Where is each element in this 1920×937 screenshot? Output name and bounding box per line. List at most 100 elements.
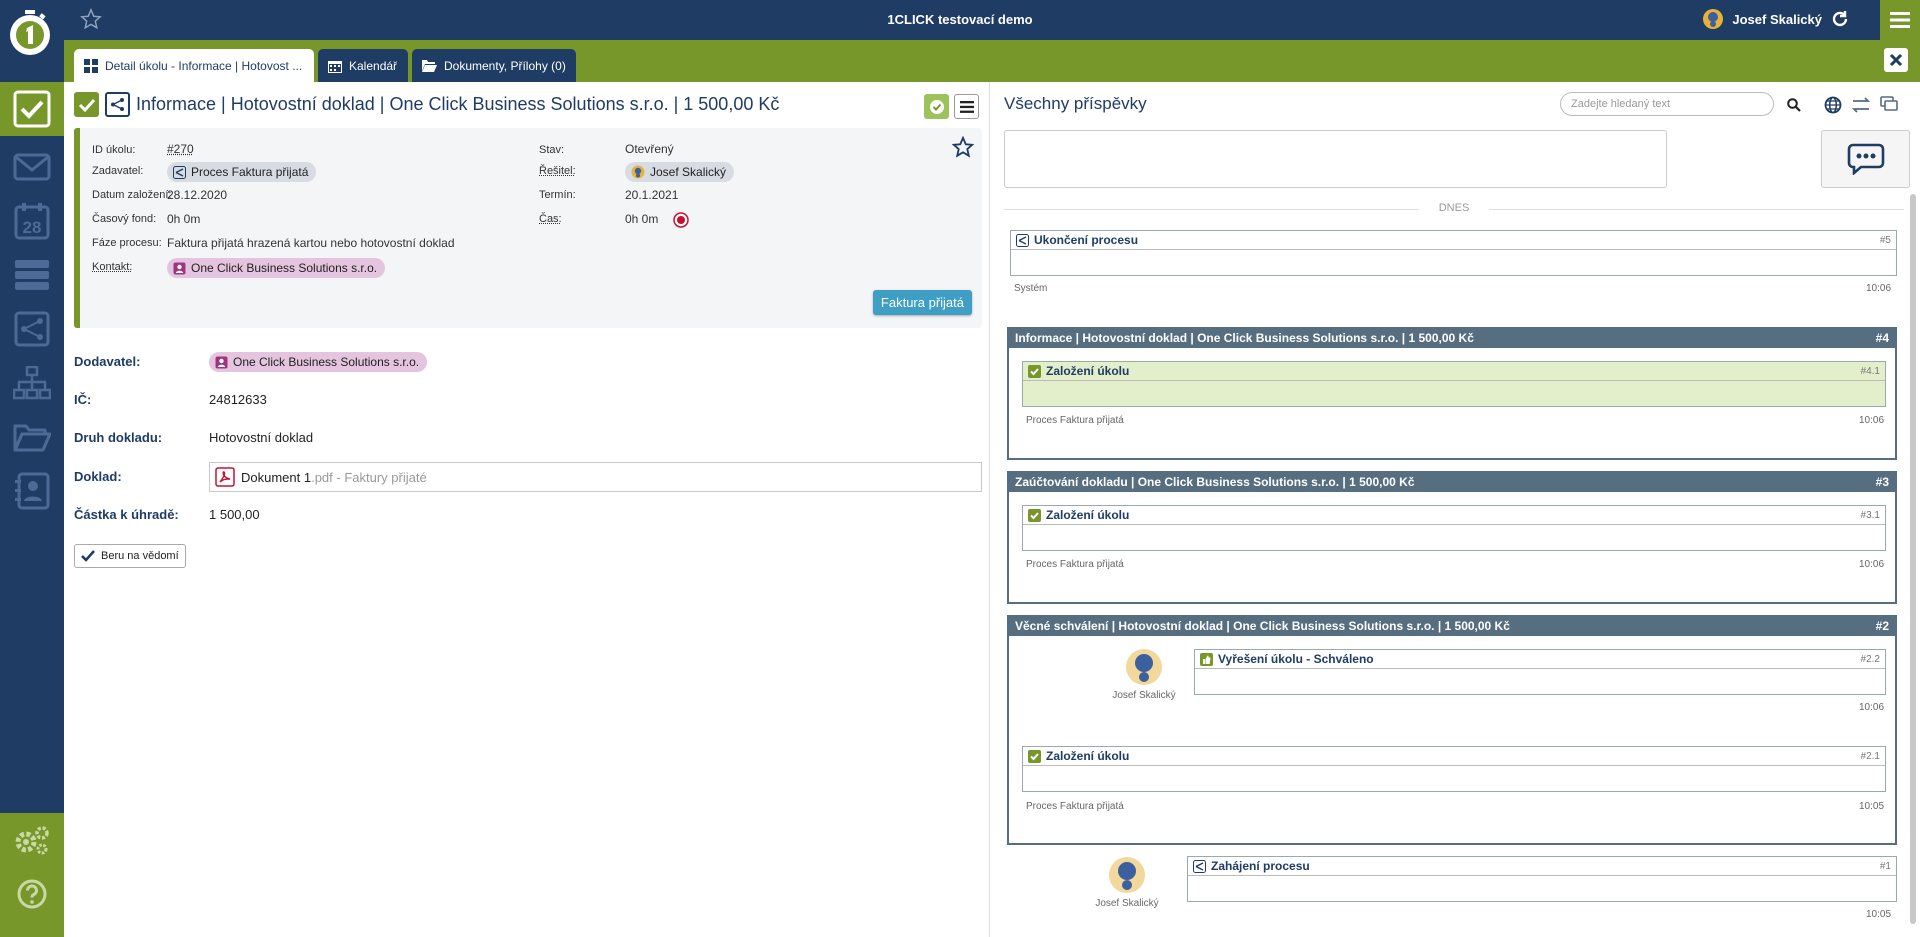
close-tab-button[interactable] (1884, 48, 1908, 72)
sidebar-item-settings[interactable] (0, 813, 64, 867)
search-icon[interactable] (1787, 98, 1801, 112)
resitel-pill[interactable]: Josef Skalický (625, 162, 735, 182)
post-card[interactable]: Vyřešení úkolu - Schváleno #2.2 (1194, 649, 1886, 695)
stav-value: Otevřený (625, 142, 674, 156)
group-header[interactable]: Zaúčtování dokladu | One Click Business … (1009, 471, 1895, 492)
ic-label: IČ: (74, 392, 92, 407)
post-card[interactable]: Založení úkolu #3.1 (1022, 505, 1886, 551)
post-number: #3.1 (1860, 509, 1880, 521)
process-badge-button[interactable]: Faktura přijatá (872, 290, 972, 315)
posts-search-input[interactable]: Zadejte hledaný text (1560, 92, 1774, 116)
druh-value: Hotovostní doklad (209, 430, 314, 445)
status-ok-button[interactable] (924, 94, 949, 119)
favorite-star-icon[interactable] (952, 136, 974, 158)
checkmark-icon (81, 550, 95, 562)
tab-bar: Detail úkolu - Informace | Hotovost ... … (64, 40, 1920, 82)
favorite-star-icon[interactable] (80, 8, 102, 30)
post-title: Založení úkolu (1046, 508, 1130, 522)
doklad-attachment[interactable]: Dokument 1 .pdf - Faktury přijaté (209, 462, 982, 492)
post-card[interactable]: Založení úkolu #2.1 (1022, 746, 1886, 792)
ack-button[interactable]: Beru na vědomí (74, 544, 186, 568)
post-author: Proces Faktura přijatá (1026, 801, 1124, 812)
sidebar-item-list[interactable] (0, 248, 64, 302)
user-avatar-icon (1703, 9, 1724, 29)
app-logo-icon[interactable] (4, 8, 56, 60)
post-card[interactable]: Založení úkolu #4.1 (1022, 361, 1886, 407)
globe-icon[interactable] (1824, 96, 1842, 114)
group-header[interactable]: Věcné schválení | Hotovostní doklad | On… (1009, 615, 1895, 636)
zadavatel-pill[interactable]: Proces Faktura přijatá (167, 162, 317, 182)
task-menu-button[interactable] (954, 94, 979, 119)
post-author: Proces Faktura přijatá (1026, 415, 1124, 426)
post-number: #4.1 (1860, 365, 1880, 377)
contact-card-icon (15, 472, 50, 510)
doklad-extension: .pdf - Faktury přijaté (311, 469, 427, 485)
post-card[interactable]: Zahájení procesu #1 (1187, 856, 1897, 902)
datum-label: Datum založení: (92, 189, 172, 201)
new-post-textarea[interactable] (1004, 130, 1667, 188)
sidebar-item-contacts[interactable] (0, 464, 64, 518)
post-group: Věcné schválení | Hotovostní doklad | On… (1007, 615, 1897, 845)
close-icon (1889, 53, 1903, 67)
post-header: Založení úkolu #2.1 (1023, 747, 1885, 766)
stav-label: Stav: (539, 144, 565, 156)
post-author: Proces Faktura přijatá (1026, 559, 1124, 570)
windows-icon[interactable] (1880, 96, 1898, 112)
dodavatel-label: Dodavatel: (74, 354, 141, 369)
post-title: Zahájení procesu (1211, 859, 1310, 873)
post-group: Informace | Hotovostní doklad | One Clic… (1007, 327, 1897, 460)
task-complete-checkbox[interactable] (74, 92, 99, 117)
kontakt-pill[interactable]: One Click Business Solutions s.r.o. (167, 258, 386, 278)
post-group: Zaúčtování dokladu | One Click Business … (1007, 471, 1897, 604)
task-title: Informace | Hotovostní doklad | One Clic… (136, 94, 780, 114)
fond-label: Časový fond: (92, 213, 157, 225)
sidebar-item-documents[interactable] (0, 410, 64, 464)
datum-value: 28.12.2020 (167, 188, 228, 202)
resitel-label: Řešitel: (539, 165, 576, 177)
process-icon (1016, 233, 1029, 247)
refresh-icon[interactable] (1830, 9, 1850, 29)
termin-label: Termín: (539, 189, 576, 201)
post-author: Systém (1014, 283, 1048, 294)
tab-documents[interactable]: Dokumenty, Přílohy (0) (412, 49, 576, 82)
post-time: 10:05 (1866, 909, 1892, 920)
sidebar-item-help[interactable] (0, 867, 64, 921)
task-info-box: ID úkolu: #270 Zadavatel: Proces Faktura… (74, 128, 982, 328)
process-flow-icon (111, 98, 124, 111)
cas-value: 0h 0m (625, 212, 659, 226)
post-title: Vyřešení úkolu - Schváleno (1218, 652, 1374, 666)
list-rows-icon (15, 260, 49, 290)
posts-scrollbar[interactable] (1910, 194, 1916, 924)
sidebar-item-tasks[interactable] (0, 82, 64, 136)
sidebar-item-calendar[interactable]: 28 (0, 194, 64, 248)
checkbox-tasks-icon (13, 90, 51, 128)
main-menu-button[interactable] (1880, 0, 1920, 40)
post-time: 10:06 (1859, 702, 1885, 713)
post-time: 10:05 (1859, 801, 1885, 812)
tab-task-detail[interactable]: Detail úkolu - Informace | Hotovost ... (74, 49, 314, 82)
task-detail-panel: Informace | Hotovostní doklad | One Clic… (64, 82, 989, 937)
ic-value: 24812633 (209, 392, 267, 407)
id-label: ID úkolu: (92, 144, 136, 156)
post-header: Založení úkolu #4.1 (1023, 362, 1885, 381)
avatar-name: Josef Skalický (1095, 898, 1159, 909)
sort-arrows-icon[interactable] (1852, 97, 1870, 113)
group-number: #3 (1875, 474, 1889, 489)
record-timer-icon[interactable] (673, 212, 689, 228)
group-number: #2 (1875, 618, 1889, 633)
post-number: #5 (1879, 234, 1891, 246)
kontakt-value: One Click Business Solutions s.r.o. (191, 261, 378, 275)
post-card[interactable]: Ukončení procesu #5 (1010, 230, 1897, 276)
sidebar-item-mail[interactable] (0, 140, 64, 194)
task-id-link[interactable]: #270 (167, 142, 194, 156)
tab-calendar[interactable]: Kalendář (318, 49, 408, 82)
user-menu[interactable]: Josef Skalický (1702, 8, 1850, 30)
group-header[interactable]: Informace | Hotovostní doklad | One Clic… (1009, 327, 1895, 348)
sidebar-item-processes[interactable] (0, 302, 64, 356)
sidebar-item-org-chart[interactable] (0, 356, 64, 410)
checkbox-checked-icon (1028, 508, 1041, 522)
send-post-button[interactable] (1821, 130, 1910, 188)
hamburger-icon (1890, 12, 1910, 28)
dodavatel-pill[interactable]: One Click Business Solutions s.r.o. (209, 352, 428, 372)
group-number: #4 (1875, 330, 1889, 345)
